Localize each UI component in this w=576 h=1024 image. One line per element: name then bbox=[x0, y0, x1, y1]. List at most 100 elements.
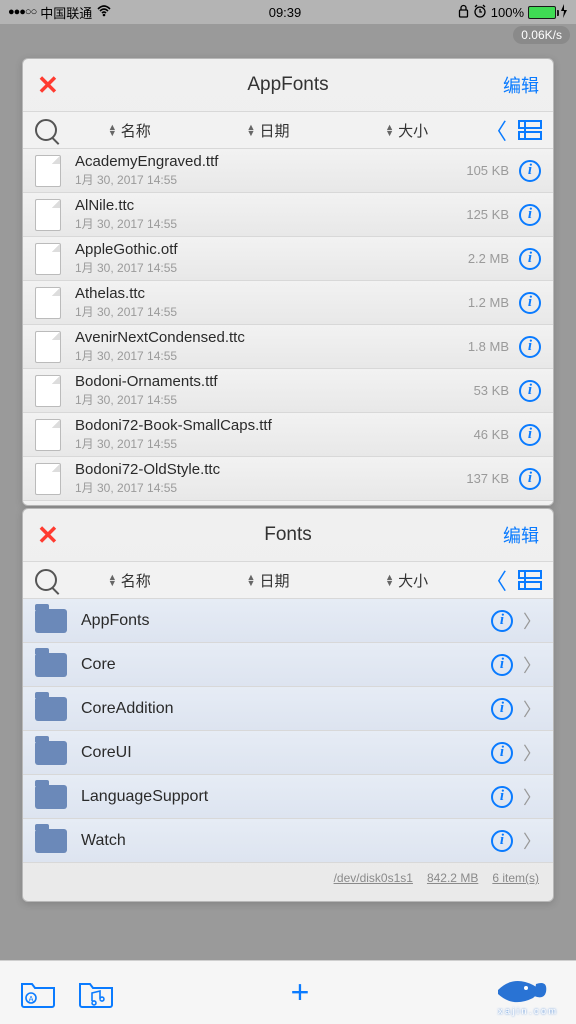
info-icon[interactable]: i bbox=[519, 380, 541, 402]
item-count[interactable]: 6 item(s) bbox=[492, 871, 539, 885]
signal-dots: ●●●○○ bbox=[8, 6, 36, 18]
carrier-label: 中国联通 bbox=[40, 3, 92, 22]
info-icon[interactable]: i bbox=[519, 292, 541, 314]
close-icon[interactable]: ✕ bbox=[37, 520, 59, 551]
file-icon bbox=[35, 243, 61, 275]
folder-row[interactable]: LanguageSupport i 〉 bbox=[23, 775, 553, 819]
file-row[interactable]: AcademyEngraved.ttf 1月 30, 2017 14:55 10… bbox=[23, 149, 553, 193]
sort-size[interactable]: ▲▼大小 bbox=[340, 570, 473, 591]
info-icon[interactable]: i bbox=[491, 786, 513, 808]
file-row[interactable]: Bodoni-Ornaments.ttf 1月 30, 2017 14:55 5… bbox=[23, 369, 553, 413]
file-size: 1.8 MB bbox=[468, 339, 509, 354]
panel-title: Fonts bbox=[23, 524, 553, 546]
folder-a-icon[interactable]: A bbox=[20, 978, 56, 1008]
info-icon[interactable]: i bbox=[491, 610, 513, 632]
file-date: 1月 30, 2017 14:55 bbox=[75, 479, 466, 496]
folder-row[interactable]: AppFonts i 〉 bbox=[23, 599, 553, 643]
chevron-right-icon: 〉 bbox=[523, 740, 541, 766]
disk-free[interactable]: 842.2 MB bbox=[427, 871, 478, 885]
sort-bar: ▲▼名称 ▲▼日期 ▲▼大小 〈 bbox=[23, 111, 553, 149]
info-icon[interactable]: i bbox=[519, 248, 541, 270]
folder-name: Core bbox=[81, 656, 491, 674]
battery-icon bbox=[528, 6, 556, 19]
clock: 09:39 bbox=[112, 5, 458, 20]
folder-icon bbox=[35, 785, 67, 809]
chevron-right-icon: 〉 bbox=[523, 696, 541, 722]
add-button[interactable]: + bbox=[136, 974, 464, 1011]
charging-icon bbox=[560, 4, 568, 21]
info-icon[interactable]: i bbox=[491, 742, 513, 764]
edit-button[interactable]: 编辑 bbox=[503, 72, 539, 98]
sort-name[interactable]: ▲▼名称 bbox=[63, 120, 196, 141]
file-row[interactable]: AppleGothic.otf 1月 30, 2017 14:55 2.2 MB… bbox=[23, 237, 553, 281]
panel-fonts: ✕ Fonts 编辑 ▲▼名称 ▲▼日期 ▲▼大小 〈 AppFonts i 〉… bbox=[22, 508, 554, 902]
info-icon[interactable]: i bbox=[519, 160, 541, 182]
info-icon[interactable]: i bbox=[491, 698, 513, 720]
footer-info: /dev/disk0s1s1 842.2 MB 6 item(s) bbox=[23, 863, 553, 893]
chevron-right-icon: 〉 bbox=[523, 652, 541, 678]
chevron-right-icon: 〉 bbox=[523, 784, 541, 810]
file-row[interactable]: AvenirNextCondensed.ttc 1月 30, 2017 14:5… bbox=[23, 325, 553, 369]
file-list: AcademyEngraved.ttf 1月 30, 2017 14:55 10… bbox=[23, 149, 553, 506]
search-icon[interactable] bbox=[35, 569, 57, 591]
file-row[interactable]: Bodoni72-OldStyle.ttc 1月 30, 2017 14:55 … bbox=[23, 457, 553, 501]
sort-name[interactable]: ▲▼名称 bbox=[63, 570, 196, 591]
folder-name: Watch bbox=[81, 832, 491, 850]
chevron-right-icon: 〉 bbox=[523, 608, 541, 634]
info-icon[interactable]: i bbox=[519, 468, 541, 490]
close-icon[interactable]: ✕ bbox=[37, 70, 59, 101]
file-name: Bodoni-Ornaments.ttf bbox=[75, 373, 474, 390]
folder-icon bbox=[35, 829, 67, 853]
file-icon bbox=[35, 375, 61, 407]
edit-button[interactable]: 编辑 bbox=[503, 522, 539, 548]
view-list-icon[interactable] bbox=[519, 121, 541, 139]
file-icon bbox=[35, 419, 61, 451]
folder-row[interactable]: Watch i 〉 bbox=[23, 819, 553, 863]
file-size: 53 KB bbox=[474, 383, 509, 398]
folder-row[interactable]: CoreAddition i 〉 bbox=[23, 687, 553, 731]
disk-path[interactable]: /dev/disk0s1s1 bbox=[334, 871, 413, 885]
folder-name: LanguageSupport bbox=[81, 788, 491, 806]
network-speed-badge: 0.06K/s bbox=[513, 26, 570, 44]
info-icon[interactable]: i bbox=[491, 830, 513, 852]
view-list-icon[interactable] bbox=[519, 571, 541, 589]
info-icon[interactable]: i bbox=[491, 654, 513, 676]
file-row[interactable]: Athelas.ttc 1月 30, 2017 14:55 1.2 MB i bbox=[23, 281, 553, 325]
panel-appfonts: ✕ AppFonts 编辑 ▲▼名称 ▲▼日期 ▲▼大小 〈 AcademyEn… bbox=[22, 58, 554, 506]
file-date: 1月 30, 2017 14:55 bbox=[75, 435, 474, 452]
file-name: Bodoni72.ttc bbox=[75, 505, 466, 506]
file-date: 1月 30, 2017 14:55 bbox=[75, 259, 468, 276]
back-chevron-icon[interactable]: 〈 bbox=[479, 564, 513, 596]
sort-date[interactable]: ▲▼日期 bbox=[202, 120, 335, 141]
info-icon[interactable]: i bbox=[519, 336, 541, 358]
file-size: 2.2 MB bbox=[468, 251, 509, 266]
folder-icon bbox=[35, 653, 67, 677]
file-row[interactable]: AlNile.ttc 1月 30, 2017 14:55 125 KB i bbox=[23, 193, 553, 237]
file-size: 125 KB bbox=[466, 207, 509, 222]
file-icon bbox=[35, 331, 61, 363]
sort-size[interactable]: ▲▼大小 bbox=[340, 120, 473, 141]
watermark-logo: x a j i n . c o m bbox=[488, 970, 566, 1018]
back-chevron-icon[interactable]: 〈 bbox=[479, 114, 513, 146]
info-icon[interactable]: i bbox=[519, 424, 541, 446]
folder-name: CoreUI bbox=[81, 744, 491, 762]
folder-name: AppFonts bbox=[81, 612, 491, 630]
status-bar: ●●●○○ 中国联通 09:39 100% bbox=[0, 0, 576, 24]
alarm-icon bbox=[473, 4, 487, 21]
folder-row[interactable]: Core i 〉 bbox=[23, 643, 553, 687]
file-name: AppleGothic.otf bbox=[75, 241, 468, 258]
file-row[interactable]: Bodoni72-Book-SmallCaps.ttf 1月 30, 2017 … bbox=[23, 413, 553, 457]
sort-date[interactable]: ▲▼日期 bbox=[202, 570, 335, 591]
search-icon[interactable] bbox=[35, 119, 57, 141]
folder-list: AppFonts i 〉 Core i 〉 CoreAddition i 〉 C… bbox=[23, 599, 553, 863]
file-name: Athelas.ttc bbox=[75, 285, 468, 302]
info-icon[interactable]: i bbox=[519, 204, 541, 226]
file-row[interactable]: Bodoni72.ttc 1月 30, 2017 14:55 267 KB i bbox=[23, 501, 553, 506]
folder-music-icon[interactable] bbox=[78, 978, 114, 1008]
file-name: AvenirNextCondensed.ttc bbox=[75, 329, 468, 346]
folder-row[interactable]: CoreUI i 〉 bbox=[23, 731, 553, 775]
battery-pct: 100% bbox=[491, 5, 524, 20]
sort-bar: ▲▼名称 ▲▼日期 ▲▼大小 〈 bbox=[23, 561, 553, 599]
file-date: 1月 30, 2017 14:55 bbox=[75, 171, 466, 188]
folder-icon bbox=[35, 609, 67, 633]
